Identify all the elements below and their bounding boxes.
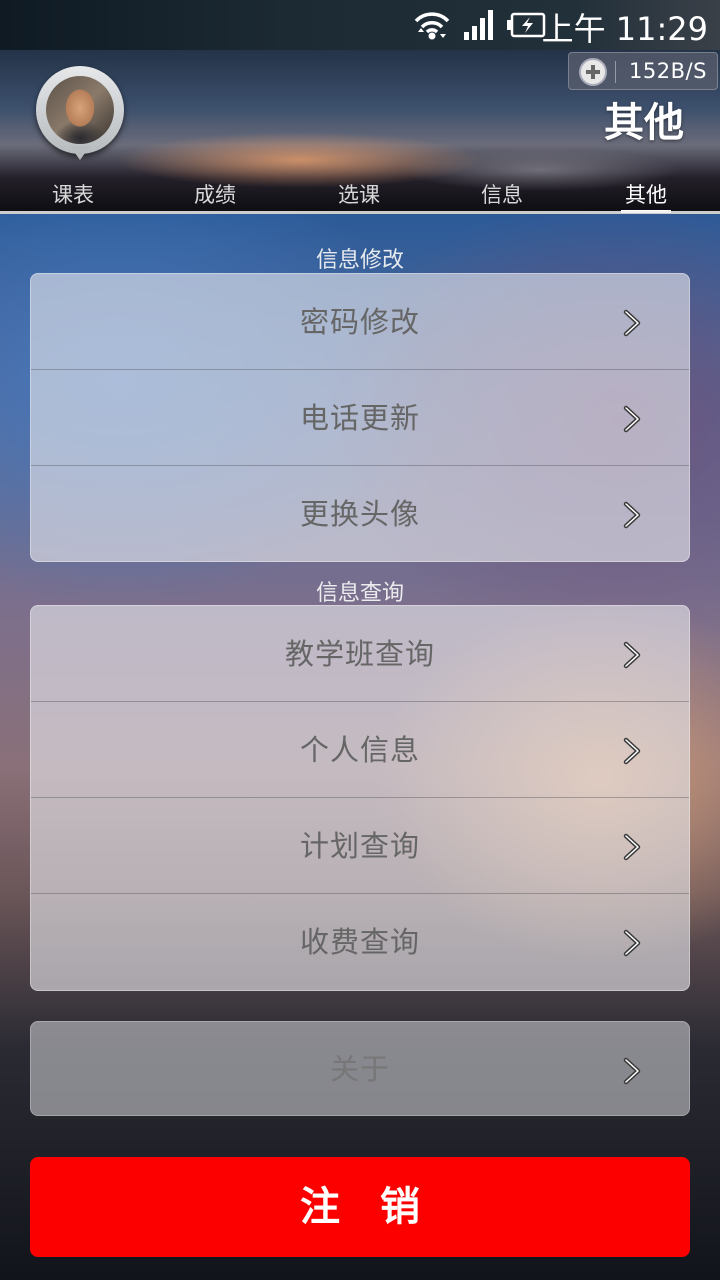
menu-item-label: 计划查询 — [299, 829, 420, 863]
menu-item-password[interactable]: 密码修改 — [31, 274, 689, 370]
avatar-pin — [70, 146, 90, 160]
net-speed-badge[interactable]: 152B/S — [568, 52, 718, 90]
chevron-right-icon — [623, 737, 641, 765]
signal-icon — [464, 10, 493, 40]
tab-grades[interactable]: 成绩 — [160, 178, 270, 212]
avatar[interactable] — [36, 66, 124, 162]
menu-item-avatar[interactable]: 更换头像 — [31, 466, 689, 561]
menu-item-label: 个人信息 — [299, 733, 420, 767]
section-label-modify: 信息修改 — [315, 248, 404, 273]
net-speed-text: 152B/S — [629, 59, 707, 83]
chevron-right-icon — [623, 309, 641, 337]
page-title: 其他 — [604, 100, 684, 146]
chevron-right-icon — [623, 641, 641, 669]
menu-item-fee-query[interactable]: 收费查询 — [31, 894, 689, 990]
menu-item-personal-info[interactable]: 个人信息 — [31, 702, 689, 798]
tab-bar: 课表 成绩 选课 信息 其他 — [0, 178, 720, 214]
chevron-right-icon — [623, 833, 641, 861]
logout-button[interactable]: 注 销 — [30, 1157, 690, 1257]
menu-item-label: 更换头像 — [299, 497, 420, 531]
menu-item-label: 密码修改 — [299, 305, 420, 339]
status-time: 上午 11:29 — [541, 10, 708, 48]
tab-schedule[interactable]: 课表 — [18, 178, 128, 212]
menu-item-plan-query[interactable]: 计划查询 — [31, 798, 689, 894]
menu-item-label: 收费查询 — [299, 925, 420, 959]
header-divider — [0, 211, 720, 214]
divider — [615, 61, 616, 83]
chevron-right-icon — [623, 929, 641, 957]
battery-charging-icon — [507, 12, 546, 38]
tab-course-selection[interactable]: 选课 — [304, 178, 414, 212]
status-bar: 上午 11:29 — [0, 0, 720, 50]
modify-group: 密码修改 电话更新 更换头像 — [30, 273, 690, 562]
chevron-right-icon — [623, 1057, 641, 1085]
menu-item-class-query[interactable]: 教学班查询 — [31, 606, 689, 702]
menu-item-label: 关于 — [329, 1052, 390, 1086]
avatar-photo — [46, 76, 114, 144]
menu-item-phone[interactable]: 电话更新 — [31, 370, 689, 466]
chevron-right-icon — [623, 405, 641, 433]
tab-other[interactable]: 其他 — [591, 178, 701, 213]
menu-item-label: 教学班查询 — [284, 637, 435, 671]
menu-item-label: 电话更新 — [299, 401, 420, 435]
chevron-right-icon — [623, 501, 641, 529]
query-group: 教学班查询 个人信息 计划查询 收费查询 — [30, 605, 690, 991]
wifi-icon — [414, 12, 450, 40]
app-header: 152B/S 其他 课表 成绩 选课 信息 其他 — [0, 50, 720, 214]
section-label-query: 信息查询 — [315, 581, 404, 606]
tab-info[interactable]: 信息 — [447, 178, 557, 212]
plus-icon — [579, 58, 607, 86]
menu-item-about[interactable]: 关于 — [31, 1022, 689, 1117]
about-group: 关于 — [30, 1021, 690, 1116]
